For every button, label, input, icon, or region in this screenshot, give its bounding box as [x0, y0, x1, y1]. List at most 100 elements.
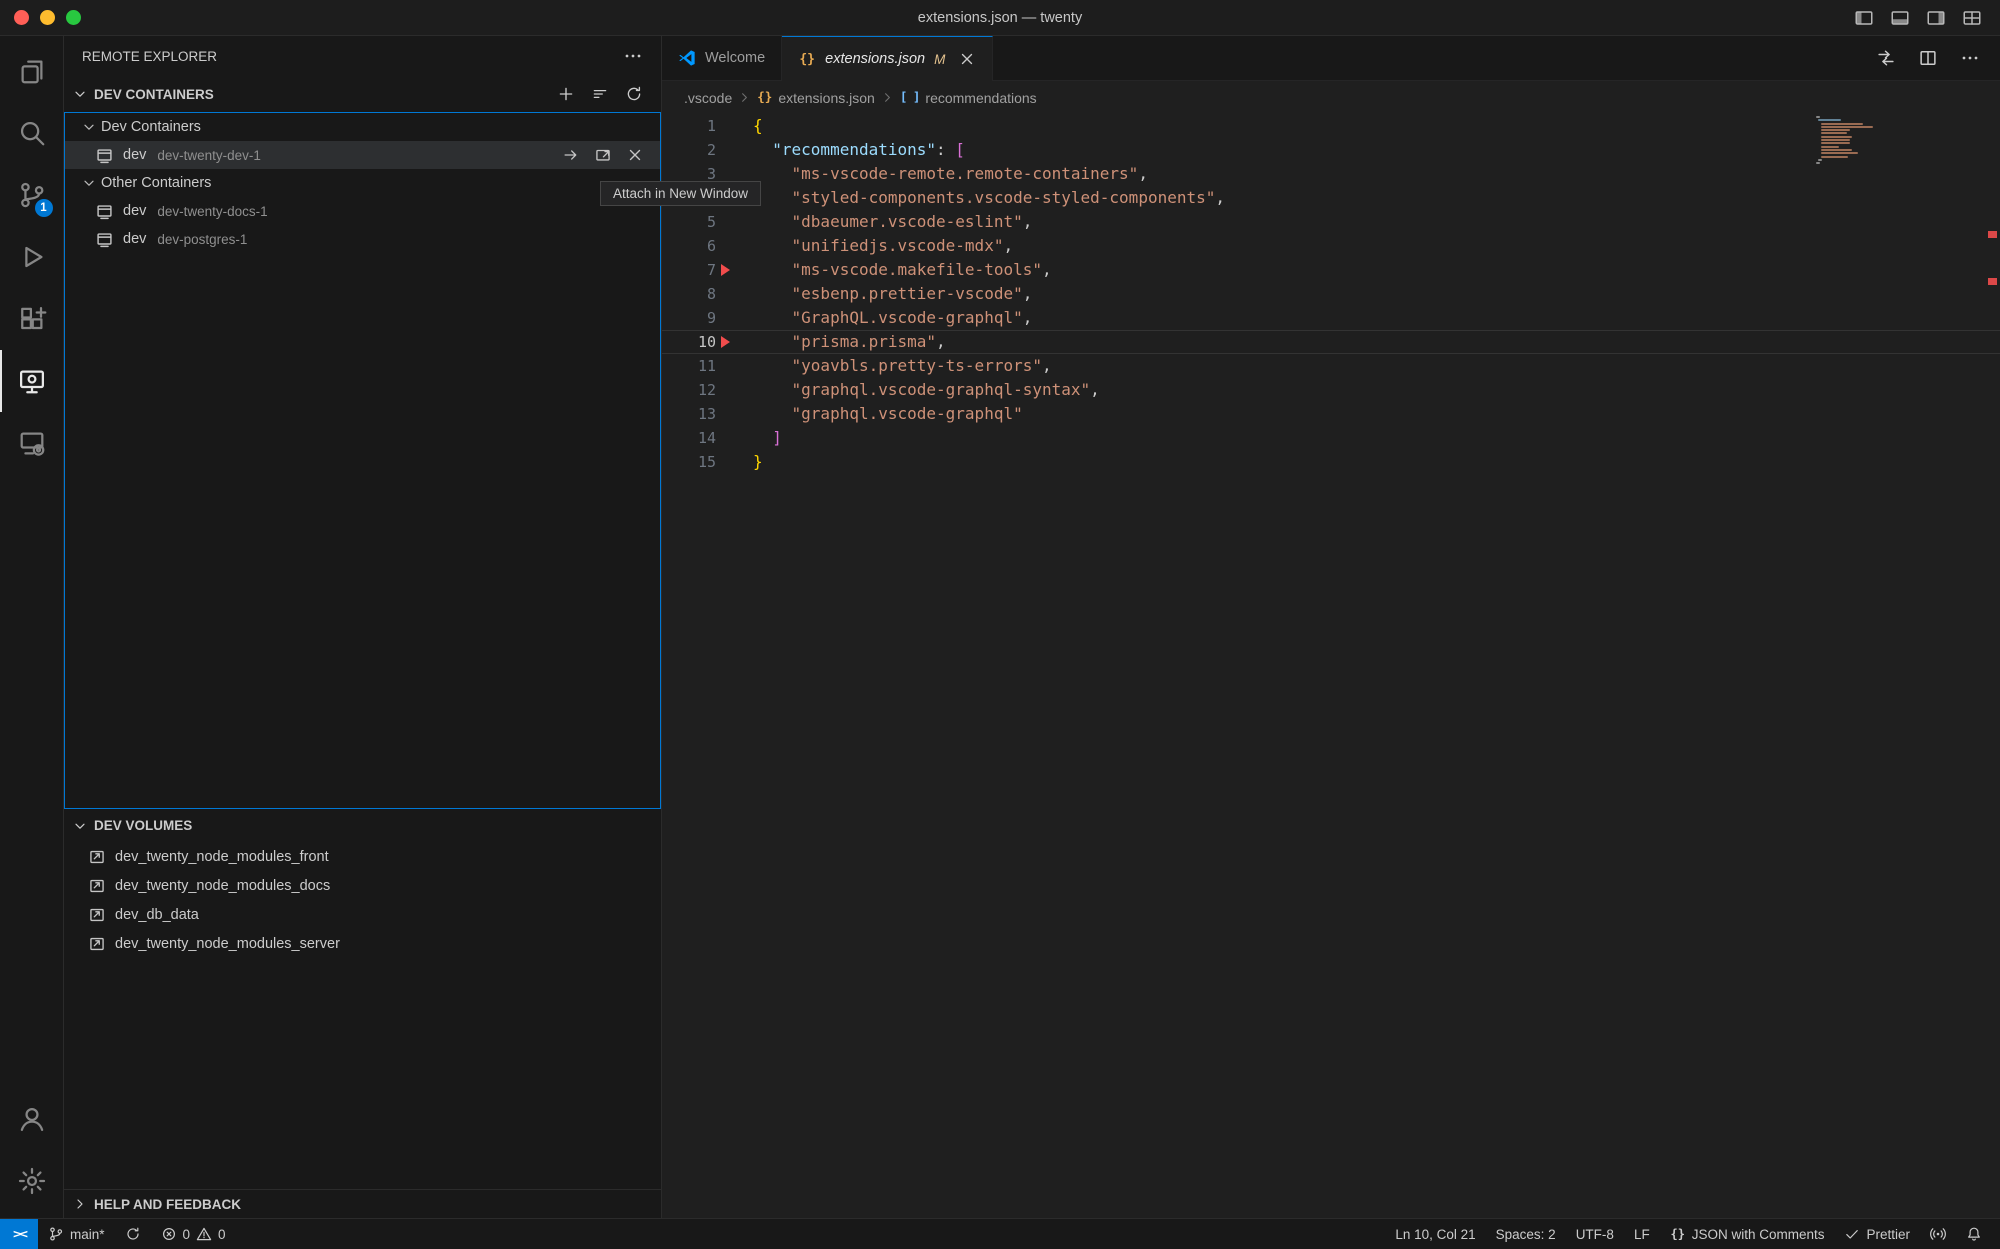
activity-accounts[interactable] — [0, 1088, 64, 1150]
tab-extensions-json[interactable]: {}extensions.jsonM — [782, 36, 993, 81]
activity-settings[interactable] — [0, 1150, 64, 1212]
code-line[interactable]: 8 "esbenp.prettier-vscode", — [662, 282, 2000, 306]
minimap-line — [1821, 136, 1852, 138]
attach-icon[interactable] — [562, 146, 580, 164]
container-row[interactable]: devdev-twenty-docs-1 — [65, 197, 660, 225]
code-text: "GraphQL.vscode-graphql", — [753, 306, 1032, 330]
dev-volumes-list: dev_twenty_node_modules_frontdev_twenty_… — [64, 842, 661, 958]
volume-row[interactable]: dev_db_data — [64, 900, 661, 929]
minimap-line — [1821, 132, 1847, 134]
status-git-branch[interactable]: main* — [38, 1219, 115, 1249]
code-line[interactable]: 13 "graphql.vscode-graphql" — [662, 402, 2000, 426]
code-line[interactable]: 4 "styled-components.vscode-styled-compo… — [662, 186, 2000, 210]
deleted-lines-marker — [721, 264, 730, 276]
code-line[interactable]: 9 "GraphQL.vscode-graphql", — [662, 306, 2000, 330]
help-feedback-header[interactable]: HELP AND FEEDBACK — [64, 1189, 661, 1218]
search-icon — [17, 118, 47, 148]
activity-source-control[interactable]: 1 — [0, 164, 64, 226]
customize-layout-icon[interactable] — [1962, 8, 1982, 28]
volume-row[interactable]: dev_twenty_node_modules_front — [64, 842, 661, 871]
warning-icon — [196, 1226, 212, 1242]
toggle-sidebar-icon[interactable] — [1854, 8, 1874, 28]
code-line[interactable]: 2 "recommendations": [ — [662, 138, 2000, 162]
container-row[interactable]: devdev-postgres-1 — [65, 225, 660, 253]
code-line[interactable]: 5 "dbaeumer.vscode-eslint", — [662, 210, 2000, 234]
dev-volumes-title: DEV VOLUMES — [94, 818, 192, 833]
status-notifications[interactable] — [1956, 1219, 1992, 1249]
close-icon[interactable] — [958, 50, 976, 68]
close-icon[interactable] — [626, 146, 644, 164]
status-screencast[interactable] — [1920, 1219, 1956, 1249]
code-line[interactable]: 6 "unifiedjs.vscode-mdx", — [662, 234, 2000, 258]
minimap[interactable] — [1816, 116, 1904, 165]
modified-badge: M — [934, 52, 945, 67]
container-group-header[interactable]: Dev Containers — [65, 113, 660, 141]
toggle-secondary-sidebar-icon[interactable] — [1926, 8, 1946, 28]
vscode-logo-icon — [678, 49, 696, 67]
container-group-header[interactable]: Other Containers — [65, 169, 660, 197]
status-eol[interactable]: LF — [1624, 1219, 1660, 1249]
breadcrumb-item[interactable]: .vscode — [684, 90, 732, 106]
minimap-line — [1816, 116, 1820, 118]
sync-icon — [125, 1226, 141, 1242]
add-icon[interactable] — [557, 85, 575, 103]
activity-run-debug[interactable] — [0, 226, 64, 288]
code-text: "styled-components.vscode-styled-compone… — [753, 186, 1225, 210]
remote-icon: >< — [11, 1227, 27, 1241]
refresh-icon[interactable] — [625, 85, 643, 103]
activity-explorer[interactable] — [0, 40, 64, 102]
titlebar-layout-icons — [1854, 8, 2000, 28]
volume-icon — [88, 935, 106, 953]
activity-containers[interactable] — [0, 412, 64, 474]
status-encoding[interactable]: UTF-8 — [1566, 1219, 1624, 1249]
line-number: 13 — [662, 402, 716, 426]
close-button[interactable] — [14, 10, 29, 25]
code-line[interactable]: 10 "prisma.prisma", — [662, 330, 2000, 354]
container-name: dev — [123, 147, 146, 163]
git-branch-icon — [48, 1226, 64, 1242]
activity-extensions[interactable] — [0, 288, 64, 350]
code-line[interactable]: 14 ] — [662, 426, 2000, 450]
deleted-lines-marker — [721, 336, 730, 348]
breadcrumb-label: .vscode — [684, 90, 732, 106]
volume-row[interactable]: dev_twenty_node_modules_docs — [64, 871, 661, 900]
chevron-right-icon — [880, 90, 895, 105]
status-remote-indicator[interactable]: >< — [0, 1219, 38, 1249]
status-indentation[interactable]: Spaces: 2 — [1486, 1219, 1566, 1249]
code-text: "dbaeumer.vscode-eslint", — [753, 210, 1032, 234]
breadcrumb-item[interactable]: [ ]recommendations — [900, 90, 1037, 106]
open-changes-icon[interactable] — [1876, 48, 1896, 68]
container-name: dev — [123, 203, 146, 219]
code-line[interactable]: 11 "yoavbls.pretty-ts-errors", — [662, 354, 2000, 378]
code-text: "ms-vscode-remote.remote-containers", — [753, 162, 1148, 186]
dev-containers-header[interactable]: DEV CONTAINERS — [64, 76, 661, 112]
code-line[interactable]: 12 "graphql.vscode-graphql-syntax", — [662, 378, 2000, 402]
dev-volumes-header[interactable]: DEV VOLUMES — [64, 809, 661, 842]
code-line[interactable]: 15} — [662, 450, 2000, 474]
minimap-line — [1821, 123, 1864, 125]
code-line[interactable]: 1{ — [662, 114, 2000, 138]
status-language-mode[interactable]: {}JSON with Comments — [1660, 1219, 1835, 1249]
status-cursor-position[interactable]: Ln 10, Col 21 — [1385, 1219, 1485, 1249]
zoom-button[interactable] — [66, 10, 81, 25]
code-line[interactable]: 3 "ms-vscode-remote.remote-containers", — [662, 162, 2000, 186]
split-editor-icon[interactable] — [1918, 48, 1938, 68]
more-actions-icon[interactable] — [1960, 48, 1980, 68]
line-number: 11 — [662, 354, 716, 378]
minimize-button[interactable] — [40, 10, 55, 25]
status-formatter[interactable]: Prettier — [1834, 1219, 1920, 1249]
activity-remote-explorer[interactable] — [0, 350, 64, 412]
status-problems[interactable]: 00 — [151, 1219, 236, 1249]
breadcrumb-item[interactable]: {}extensions.json — [757, 90, 875, 106]
status-sync[interactable] — [115, 1219, 151, 1249]
volume-row[interactable]: dev_twenty_node_modules_server — [64, 929, 661, 958]
container-row[interactable]: devdev-twenty-dev-1 — [65, 141, 660, 169]
list-filter-icon[interactable] — [591, 85, 609, 103]
new-window-icon[interactable] — [594, 146, 612, 164]
ellipsis-icon[interactable] — [623, 46, 643, 66]
code-line[interactable]: 7 "ms-vscode.makefile-tools", — [662, 258, 2000, 282]
tab-welcome[interactable]: Welcome — [662, 36, 782, 80]
activity-search[interactable] — [0, 102, 64, 164]
minimap-line — [1821, 142, 1850, 144]
toggle-panel-icon[interactable] — [1890, 8, 1910, 28]
